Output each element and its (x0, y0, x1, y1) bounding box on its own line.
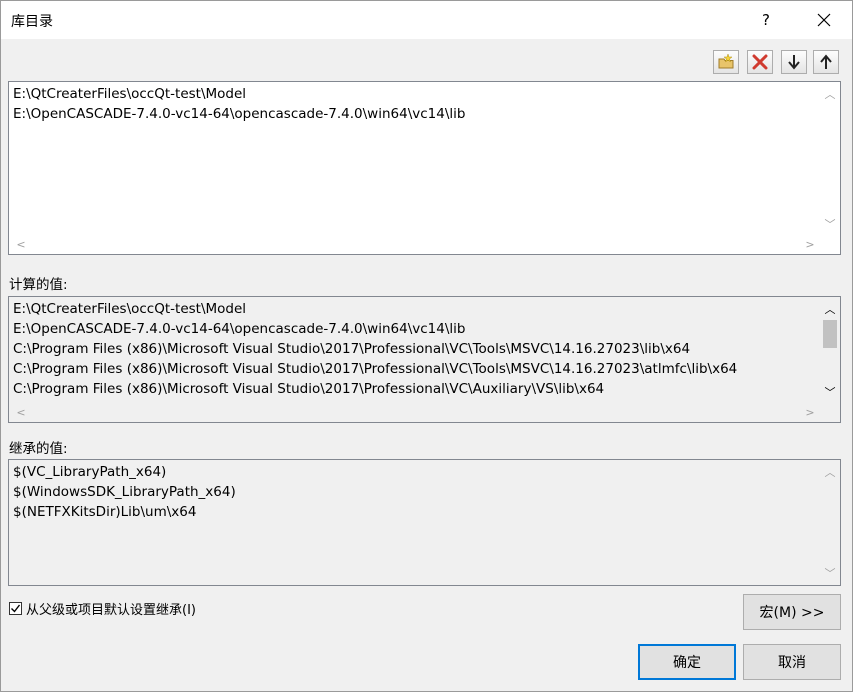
scrollbar-thumb[interactable] (823, 320, 837, 348)
evaluated-value-label: 计算的值: (9, 277, 68, 293)
window-title: 库目录 (11, 14, 53, 30)
vertical-scrollbar[interactable]: ︿ ﹀ (820, 82, 840, 234)
cancel-button[interactable]: 取消 (743, 644, 841, 680)
checkmark-icon (11, 604, 21, 613)
title-bar: 库目录 ? (1, 1, 852, 39)
new-line-button[interactable] (713, 50, 739, 74)
inherited-values-label: 继承的值: (9, 441, 68, 457)
horizontal-scrollbar[interactable]: < > (9, 234, 820, 254)
help-button[interactable]: ? (743, 1, 789, 39)
vertical-scrollbar[interactable]: ︿ ﹀ (820, 460, 840, 585)
close-button[interactable] (801, 1, 847, 39)
evaluated-line: C:\Program Files (x86)\Microsoft Visual … (13, 341, 691, 357)
scroll-corner (820, 234, 840, 254)
vertical-scrollbar[interactable]: ︿ ﹀ (820, 297, 840, 402)
delete-line-button[interactable] (747, 50, 773, 74)
evaluated-line: C:\Program Files (x86)\Microsoft Visual … (13, 381, 605, 397)
scroll-right-icon[interactable]: > (800, 402, 820, 422)
directory-line[interactable]: E:\OpenCASCADE-7.4.0-vc14-64\opencascade… (13, 104, 818, 124)
scroll-corner (820, 402, 840, 422)
move-down-button[interactable] (781, 50, 807, 74)
horizontal-scrollbar[interactable]: < > (9, 402, 820, 422)
evaluated-line: E:\QtCreaterFiles\occQt-test\Model (13, 301, 247, 317)
arrow-up-icon (820, 54, 832, 69)
scroll-left-icon[interactable]: < (11, 234, 31, 254)
library-directories-dialog: 库目录 ? E:\QtCreaterFiles\occQt-test\Model… (0, 0, 853, 692)
inherited-line: $(NETFXKitsDir)Lib\um\x64 (13, 504, 197, 520)
ok-button[interactable]: 确定 (638, 644, 736, 680)
scroll-up-icon[interactable]: ︿ (820, 462, 840, 482)
scroll-up-icon[interactable]: ︿ (820, 299, 840, 319)
directory-line[interactable]: E:\QtCreaterFiles\occQt-test\Model (13, 84, 818, 104)
scroll-down-icon[interactable]: ﹀ (820, 214, 840, 234)
close-icon (817, 13, 831, 27)
inherit-checkbox[interactable] (9, 602, 22, 615)
scroll-down-icon[interactable]: ﹀ (820, 563, 840, 583)
new-folder-icon (718, 53, 734, 69)
inherited-line: $(VC_LibraryPath_x64) (13, 464, 167, 480)
arrow-down-icon (788, 55, 800, 70)
inherited-line: $(WindowsSDK_LibraryPath_x64) (13, 484, 236, 500)
delete-x-icon (752, 54, 768, 70)
scroll-right-icon[interactable]: > (800, 234, 820, 254)
help-icon: ? (762, 11, 770, 29)
inherit-option[interactable]: 从父级或项目默认设置继承(I) (9, 599, 196, 618)
evaluated-line: C:\Program Files (x86)\Microsoft Visual … (13, 361, 738, 377)
inherit-checkbox-label[interactable]: 从父级或项目默认设置继承(I) (26, 599, 196, 618)
directories-editor[interactable]: E:\QtCreaterFiles\occQt-test\Model E:\Op… (8, 81, 841, 255)
inherited-values-list[interactable]: $(VC_LibraryPath_x64) $(WindowsSDK_Libra… (8, 459, 841, 586)
evaluated-value-list[interactable]: E:\QtCreaterFiles\occQt-test\Model E:\Op… (8, 296, 841, 423)
scroll-left-icon[interactable]: < (11, 402, 31, 422)
macros-button[interactable]: 宏(M) >> (743, 594, 841, 630)
scroll-down-icon[interactable]: ﹀ (820, 382, 840, 402)
scroll-up-icon[interactable]: ︿ (820, 84, 840, 104)
move-up-button[interactable] (813, 50, 839, 74)
evaluated-line: E:\OpenCASCADE-7.4.0-vc14-64\opencascade… (13, 321, 466, 337)
